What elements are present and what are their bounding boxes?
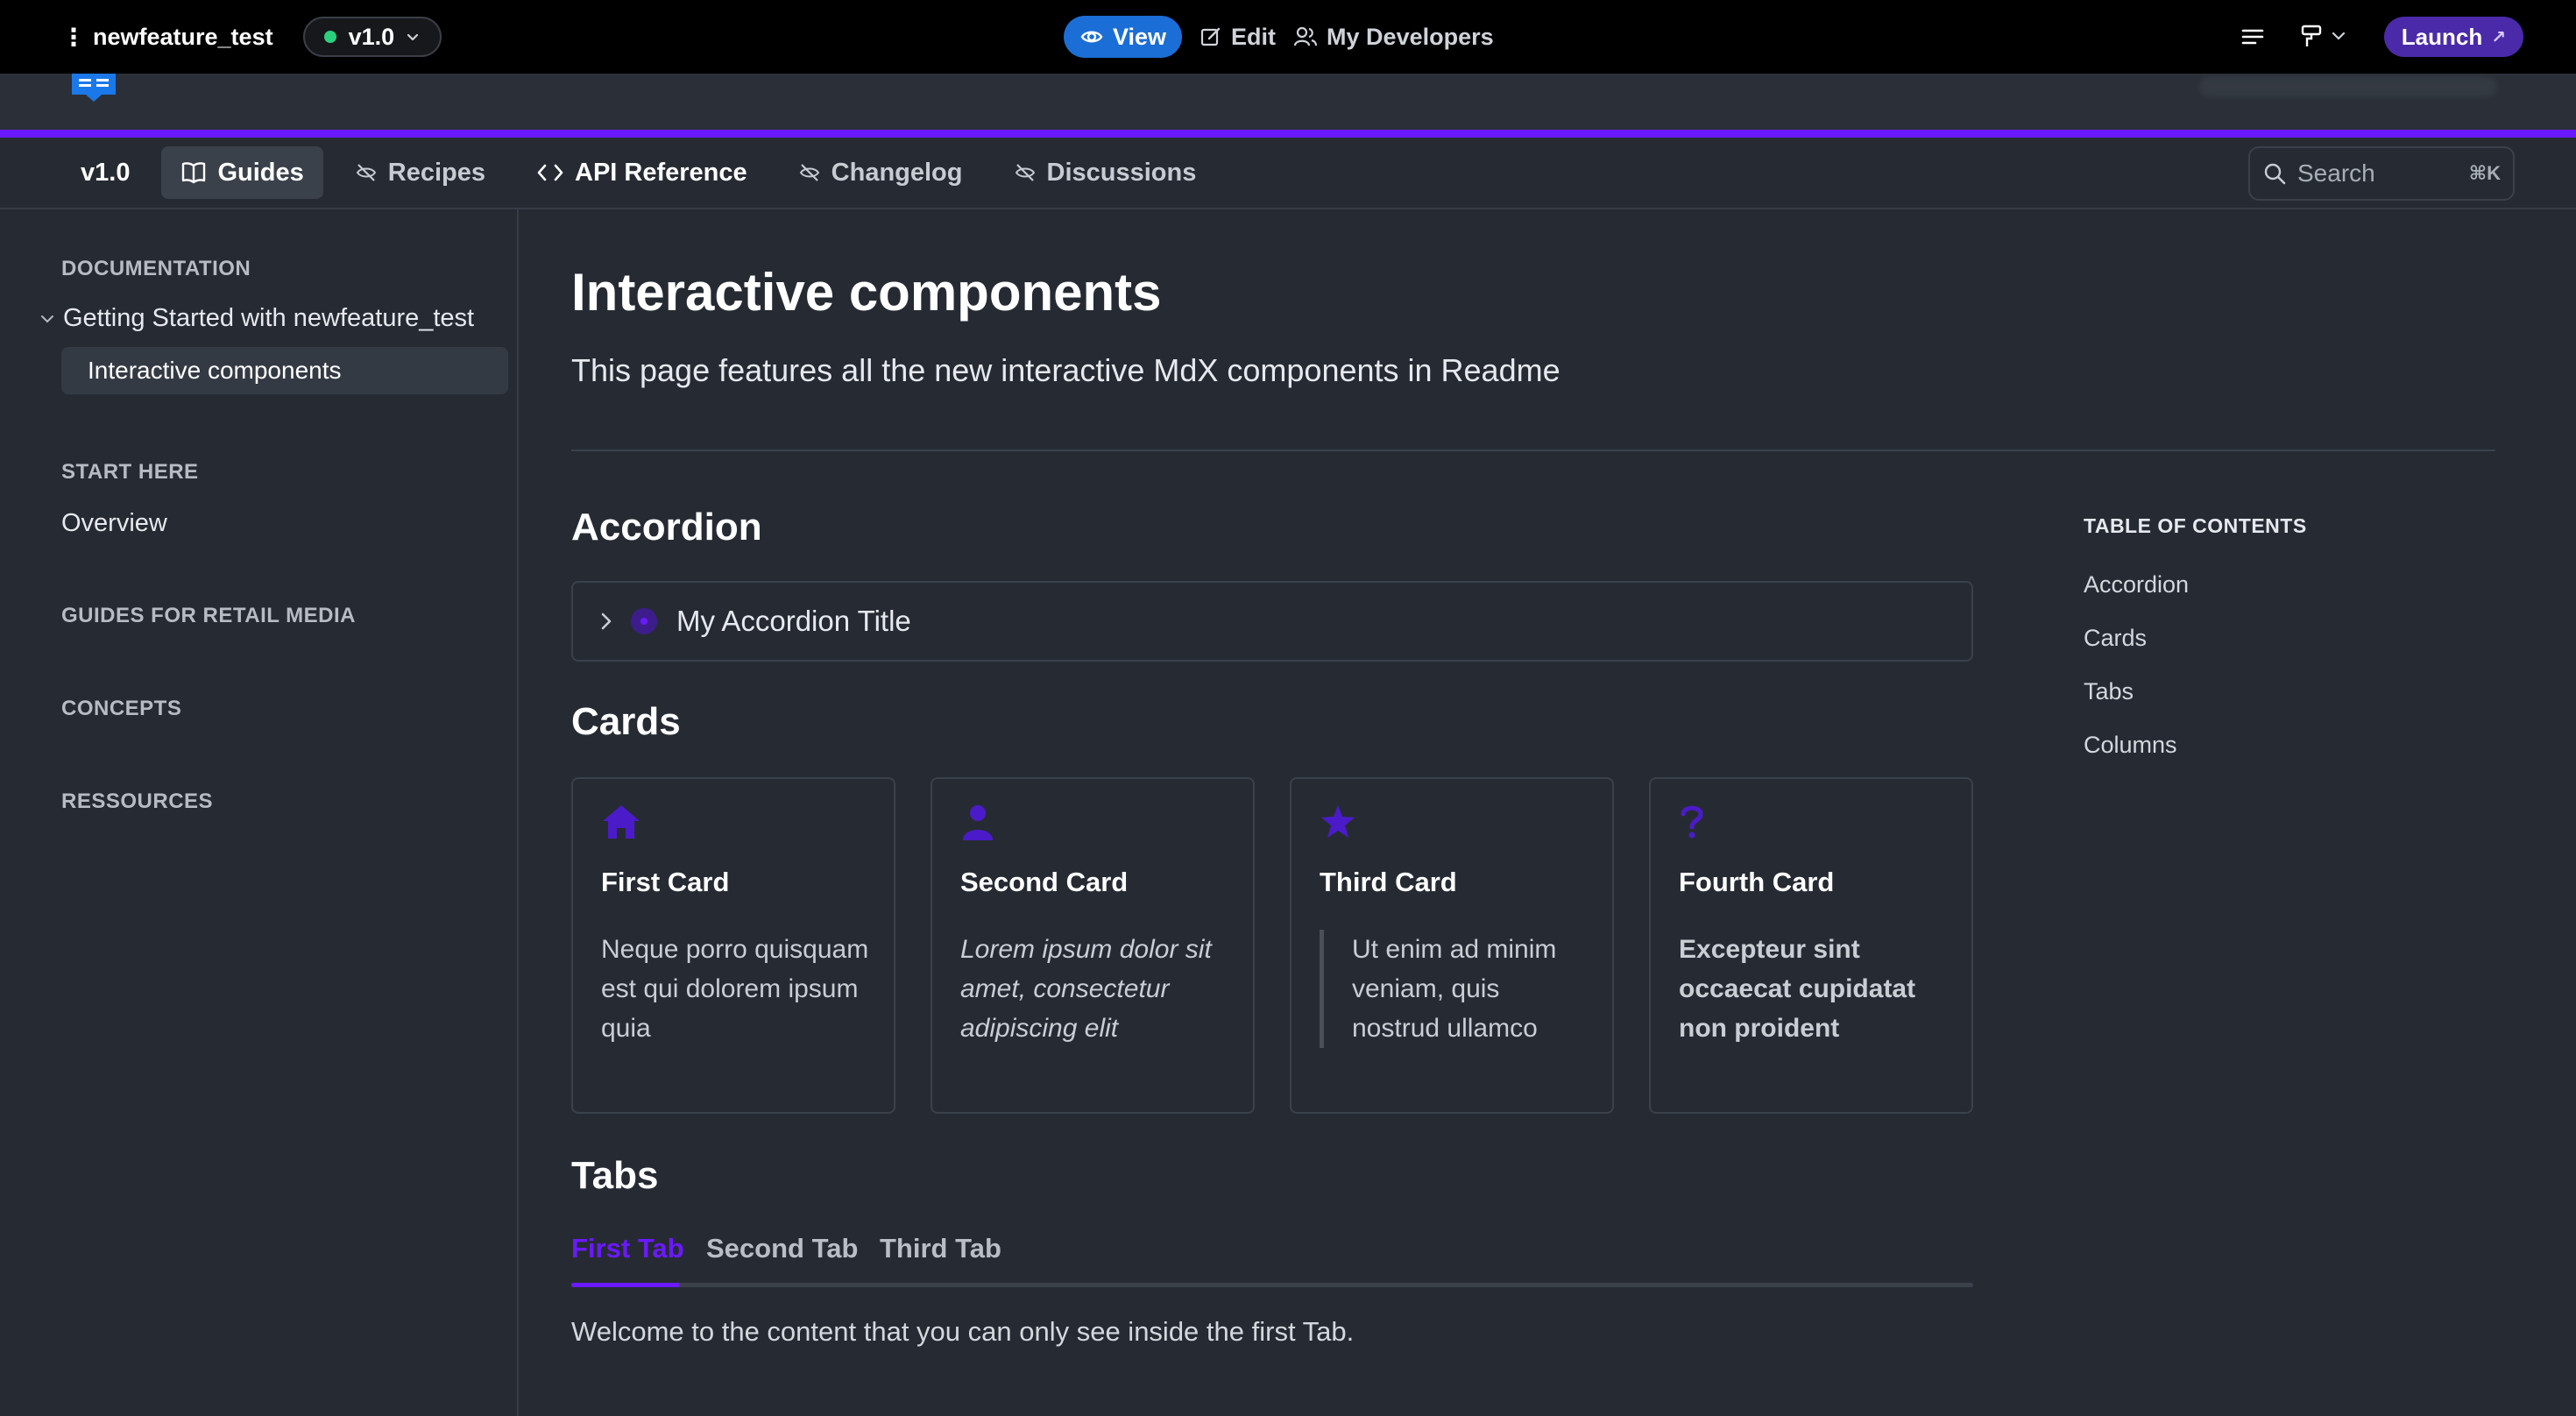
search-icon xyxy=(2264,163,2286,185)
cards-grid: First Card Neque porro quisquam est qui … xyxy=(571,777,1973,1114)
tab-guides-label: Guides xyxy=(217,158,304,187)
code-icon xyxy=(537,164,563,181)
divider xyxy=(571,450,2495,451)
version-label: v1.0 xyxy=(348,23,395,50)
chevron-right-icon xyxy=(601,612,612,630)
card-body: Excepteur sint occaecat cupidatat non pr… xyxy=(1679,935,1916,1043)
sidebar-item-overview[interactable]: Overview xyxy=(61,509,167,538)
launch-button[interactable]: Launch ↗ xyxy=(2383,17,2523,57)
admin-bar: ⋮ newfeature_test v1.0 View Edit My Deve… xyxy=(0,0,2576,74)
sidebar: DOCUMENTATION Getting Started with newfe… xyxy=(0,209,519,1416)
tab-recipes[interactable]: Recipes xyxy=(336,146,505,199)
sidebar-section-start-here: START HERE xyxy=(61,460,199,484)
status-dot-icon xyxy=(323,31,336,43)
accordion[interactable]: My Accordion Title xyxy=(571,581,1973,662)
toc-link-columns[interactable]: Columns xyxy=(2084,732,2307,759)
site-header xyxy=(0,74,2576,130)
edit-icon xyxy=(1200,27,1221,46)
tab-api-reference[interactable]: API Reference xyxy=(517,146,767,199)
project-name: newfeature_test xyxy=(93,23,273,50)
card-body: Neque porro quisquam est qui dolorem ips… xyxy=(601,935,869,1043)
page-subtitle: This page features all the new interacti… xyxy=(571,352,1560,388)
tab-first[interactable]: First Tab xyxy=(571,1233,684,1264)
card-title: Second Card xyxy=(960,867,1129,897)
chevron-down-icon xyxy=(407,33,419,41)
tab-discussions[interactable]: Discussions xyxy=(994,146,1216,199)
question-icon xyxy=(1681,805,1703,839)
user-icon xyxy=(963,805,993,840)
edit-button[interactable]: Edit xyxy=(1200,24,1276,51)
page-title: Interactive components xyxy=(571,263,1162,322)
sidebar-item-getting-started[interactable]: Getting Started with newfeature_test xyxy=(39,304,474,333)
card: Third Card Ut enim ad minim veniam, quis… xyxy=(1290,777,1614,1114)
search-placeholder: Search xyxy=(2297,159,2375,187)
eye-off-icon xyxy=(1015,164,1035,181)
toc-link-cards[interactable]: Cards xyxy=(2084,625,2307,652)
external-arrow-icon: ↗ xyxy=(2491,27,2506,47)
tab-active-indicator xyxy=(571,1283,680,1287)
tabs-heading: Tabs xyxy=(571,1154,659,1197)
card-body: Ut enim ad minim veniam, quis nostrud ul… xyxy=(1320,930,1582,1048)
nav-version[interactable]: v1.0 xyxy=(81,159,130,188)
accordion-title: My Accordion Title xyxy=(676,605,911,637)
card-title: First Card xyxy=(601,867,730,897)
sidebar-section-ressources[interactable]: RESSOURCES xyxy=(61,789,213,814)
tab-recipes-label: Recipes xyxy=(387,158,485,187)
sidebar-section-retail-media[interactable]: GUIDES FOR RETAIL MEDIA xyxy=(61,604,356,628)
tab-changelog-label: Changelog xyxy=(831,158,963,187)
toc-link-tabs[interactable]: Tabs xyxy=(2084,678,2307,705)
my-developers-button[interactable]: My Developers xyxy=(1293,24,1494,51)
tab-guides[interactable]: Guides xyxy=(161,146,323,199)
main-nav: v1.0 Guides Recipes API Reference Change… xyxy=(0,138,2576,209)
version-selector[interactable]: v1.0 xyxy=(302,17,442,57)
eye-off-icon xyxy=(799,164,819,181)
toc-link-accordion[interactable]: Accordion xyxy=(2084,571,2307,598)
star-icon xyxy=(1321,805,1355,838)
house-icon xyxy=(603,805,640,839)
tab-second[interactable]: Second Tab xyxy=(706,1233,858,1264)
tabs: First Tab Second Tab Third Tab xyxy=(571,1233,1973,1289)
tabs-track xyxy=(571,1283,1973,1287)
user-menu[interactable] xyxy=(2199,77,2497,96)
cards-heading: Cards xyxy=(571,700,681,743)
card-body: Lorem ipsum dolor sit amet, consectetur … xyxy=(960,935,1212,1043)
view-button[interactable]: View xyxy=(1064,16,1183,58)
edit-button-label: Edit xyxy=(1231,23,1277,50)
accordion-heading: Accordion xyxy=(571,506,762,549)
book-icon xyxy=(182,162,206,184)
card: Second Card Lorem ipsum dolor sit amet, … xyxy=(931,777,1255,1114)
more-menu-icon[interactable]: ⋮ xyxy=(61,23,86,52)
accordion-icon xyxy=(631,608,657,634)
chevron-down-icon xyxy=(41,315,53,322)
users-icon xyxy=(1293,26,1318,46)
logo-icon[interactable] xyxy=(72,74,116,103)
tab-api-reference-label: API Reference xyxy=(575,158,747,187)
card-title: Third Card xyxy=(1320,867,1457,897)
menu-icon[interactable] xyxy=(2240,26,2265,47)
launch-label: Launch xyxy=(2401,23,2483,50)
tab-changelog[interactable]: Changelog xyxy=(779,146,982,199)
my-developers-label: My Developers xyxy=(1327,23,1494,50)
tab-content: Welcome to the content that you can only… xyxy=(571,1316,1355,1347)
card: First Card Neque porro quisquam est qui … xyxy=(571,777,895,1114)
tab-third[interactable]: Third Tab xyxy=(880,1233,1001,1264)
search-shortcut: ⌘K xyxy=(2468,162,2501,184)
paint-roller-icon[interactable] xyxy=(2300,24,2349,50)
accent-bar xyxy=(0,130,2576,138)
sidebar-item-interactive-components[interactable]: Interactive components xyxy=(61,347,508,394)
tab-discussions-label: Discussions xyxy=(1046,158,1197,187)
card-title: Fourth Card xyxy=(1679,867,1835,897)
search-input[interactable]: Search ⌘K xyxy=(2248,146,2515,201)
view-button-label: View xyxy=(1113,23,1167,50)
sidebar-section-documentation: DOCUMENTATION xyxy=(61,257,251,280)
sidebar-section-concepts[interactable]: CONCEPTS xyxy=(61,697,181,721)
sidebar-item-label: Getting Started with newfeature_test xyxy=(63,304,475,332)
toc-heading: TABLE OF CONTENTS xyxy=(2084,514,2307,537)
eye-off-icon xyxy=(356,164,376,181)
card: Fourth Card Excepteur sint occaecat cupi… xyxy=(1649,777,1973,1114)
table-of-contents: TABLE OF CONTENTS Accordion Cards Tabs C… xyxy=(2084,514,2307,759)
eye-icon xyxy=(1080,31,1103,43)
sidebar-item-label: Interactive components xyxy=(88,357,342,384)
